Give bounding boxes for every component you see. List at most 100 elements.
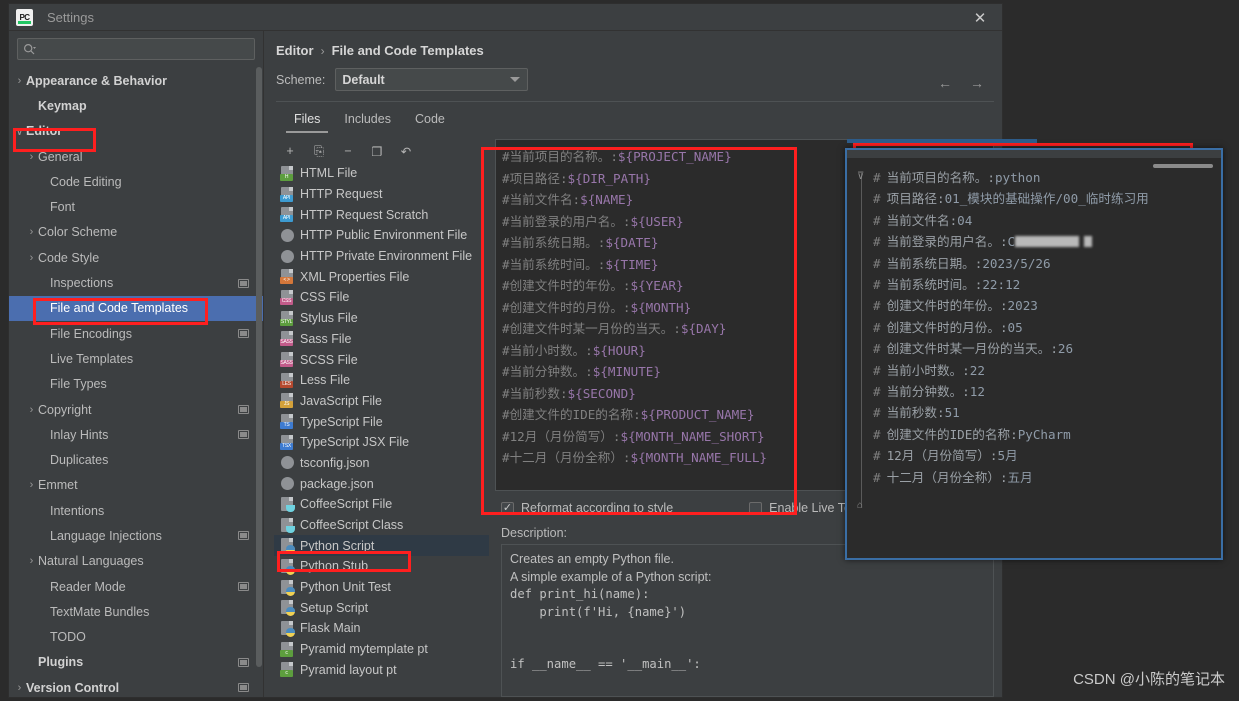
sidebar-item-copyright[interactable]: › Copyright bbox=[9, 397, 263, 422]
file-list-item[interactable]: CSS CSS File bbox=[274, 287, 489, 308]
file-list-item[interactable]: package.json bbox=[274, 473, 489, 494]
sidebar-item-inspections[interactable]: Inspections bbox=[9, 270, 263, 295]
live-templates-checkbox[interactable] bbox=[749, 501, 763, 515]
pyramid-template-icon: c bbox=[280, 641, 294, 657]
chevron-right-icon[interactable]: › bbox=[25, 252, 38, 264]
project-scope-icon bbox=[238, 531, 249, 541]
sidebar-item-font[interactable]: Font bbox=[9, 194, 263, 219]
sidebar-item-code-style[interactable]: › Code Style bbox=[9, 245, 263, 270]
sidebar-item-file-encodings[interactable]: File Encodings bbox=[9, 321, 263, 346]
search-box[interactable] bbox=[17, 38, 255, 60]
sidebar-item-live-templates[interactable]: Live Templates bbox=[9, 346, 263, 371]
chevron-right-icon[interactable]: › bbox=[25, 404, 38, 416]
chevron-right-icon[interactable]: › bbox=[25, 151, 38, 163]
tab-code[interactable]: Code bbox=[403, 108, 457, 133]
comment-hash: # bbox=[873, 426, 881, 442]
file-list-item-label: Setup Script bbox=[300, 600, 369, 615]
file-list-item[interactable]: c Pyramid layout pt bbox=[274, 660, 489, 681]
preview-value: 05 bbox=[1007, 319, 1023, 335]
chevron-right-icon[interactable]: › bbox=[25, 479, 38, 491]
sidebar-item-code-editing[interactable]: Code Editing bbox=[9, 169, 263, 194]
add-template-button[interactable]: + bbox=[282, 143, 298, 159]
project-scope-icon bbox=[238, 430, 249, 440]
pycharm-icon: PC bbox=[16, 8, 33, 26]
sidebar-item-reader-mode[interactable]: Reader Mode bbox=[9, 574, 263, 599]
file-list-item[interactable]: CoffeeScript Class bbox=[274, 515, 489, 536]
scheme-dropdown[interactable]: Default bbox=[335, 68, 529, 91]
file-list-item[interactable]: Flask Main bbox=[274, 618, 489, 639]
sidebar-item-appearance-behavior[interactable]: › Appearance & Behavior bbox=[9, 68, 263, 93]
sidebar-item-version-control[interactable]: › Version Control bbox=[9, 675, 263, 697]
file-list-item-label: Sass File bbox=[300, 331, 352, 346]
file-list-item[interactable]: < > XML Properties File bbox=[274, 266, 489, 287]
file-list-item[interactable]: HTTP Public Environment File bbox=[274, 225, 489, 246]
sidebar-item-emmet[interactable]: › Emmet bbox=[9, 473, 263, 498]
file-list-item[interactable]: tsconfig.json bbox=[274, 453, 489, 474]
preview-scrollbar[interactable] bbox=[1153, 164, 1213, 168]
file-list-item[interactable]: CoffeeScript File bbox=[274, 494, 489, 515]
sidebar-item-duplicates[interactable]: Duplicates bbox=[9, 447, 263, 472]
sidebar-item-file-and-code-templates[interactable]: File and Code Templates bbox=[9, 295, 263, 321]
reformat-checkbox-row[interactable]: ✓ Reformat according to style bbox=[501, 501, 673, 515]
file-list-item[interactable]: Python Unit Test bbox=[274, 577, 489, 598]
sidebar-item-label: Keymap bbox=[38, 98, 87, 113]
file-list-item[interactable]: HTTP Private Environment File bbox=[274, 246, 489, 267]
tab-files[interactable]: Files bbox=[282, 108, 332, 133]
template-variable: ${HOUR} bbox=[592, 342, 646, 358]
file-list-item[interactable]: H HTML File bbox=[274, 163, 489, 184]
file-list-item[interactable]: STYL Stylus File bbox=[274, 308, 489, 329]
forward-arrow-icon[interactable]: → bbox=[970, 75, 984, 91]
template-file-list[interactable]: H HTML File API HTTP Request API HTTP Request… bbox=[274, 163, 489, 697]
sidebar-item-textmate-bundles[interactable]: TextMate Bundles bbox=[9, 599, 263, 624]
file-list-item[interactable]: Python Stub bbox=[274, 556, 489, 577]
duplicate-template-button[interactable]: ❐ bbox=[369, 143, 385, 159]
sidebar-item-file-types[interactable]: File Types bbox=[9, 372, 263, 397]
copy-template-button[interactable]: ⎘ bbox=[311, 143, 327, 159]
chevron-right-icon[interactable]: › bbox=[13, 682, 26, 694]
http-private-env-icon bbox=[280, 249, 294, 264]
fold-end-icon[interactable]: ⌂ bbox=[857, 500, 863, 511]
file-list-item[interactable]: API HTTP Request Scratch bbox=[274, 204, 489, 225]
preview-code: # 当前项目的名称。:python # 项目路径:01_模块的基础操作/00_临时练习… bbox=[869, 159, 1221, 557]
sidebar-item-plugins[interactable]: Plugins bbox=[9, 650, 263, 675]
file-list-item[interactable]: JS JavaScript File bbox=[274, 391, 489, 412]
file-list-item[interactable]: API HTTP Request bbox=[274, 184, 489, 205]
search-input[interactable] bbox=[38, 41, 249, 57]
file-list-item[interactable]: SASS Sass File bbox=[274, 329, 489, 350]
sidebar-item-inlay-hints[interactable]: Inlay Hints bbox=[9, 422, 263, 447]
file-list-item[interactable]: TS TypeScript File bbox=[274, 411, 489, 432]
preview-label: 当前文件名: bbox=[886, 212, 958, 228]
sidebar-item-color-scheme[interactable]: › Color Scheme bbox=[9, 220, 263, 245]
sidebar-item-general[interactable]: › General bbox=[9, 144, 263, 169]
file-list-item[interactable]: LES Less File bbox=[274, 370, 489, 391]
comment-hash: # bbox=[873, 362, 881, 378]
sidebar-item-keymap[interactable]: Keymap bbox=[9, 93, 263, 118]
sidebar-item-intentions[interactable]: Intentions bbox=[9, 498, 263, 523]
breadcrumb-parent[interactable]: Editor bbox=[276, 43, 314, 58]
chevron-right-icon[interactable]: › bbox=[25, 555, 38, 567]
remove-template-button[interactable]: − bbox=[340, 143, 356, 159]
file-list-item[interactable]: c Pyramid mytemplate pt bbox=[274, 639, 489, 660]
close-icon[interactable]: ✕ bbox=[958, 4, 1002, 31]
reset-template-button[interactable]: ↶ bbox=[398, 143, 414, 159]
file-list-item[interactable]: TSX TypeScript JSX File bbox=[274, 432, 489, 453]
chevron-down-icon[interactable]: ∨ bbox=[13, 125, 26, 138]
reformat-checkbox[interactable]: ✓ bbox=[501, 501, 514, 515]
sidebar-scrollbar[interactable] bbox=[256, 67, 262, 667]
file-list-item[interactable]: Setup Script bbox=[274, 597, 489, 618]
tab-includes[interactable]: Includes bbox=[332, 108, 403, 133]
file-list-item[interactable]: SASS SCSS File bbox=[274, 349, 489, 370]
sidebar-item-editor[interactable]: ∨ Editor bbox=[9, 119, 263, 144]
sidebar-search-wrap bbox=[9, 31, 263, 66]
sidebar-item-language-injections[interactable]: Language Injections bbox=[9, 523, 263, 548]
file-list-item[interactable]: Python Script bbox=[274, 535, 489, 557]
back-arrow-icon[interactable]: ← bbox=[938, 75, 952, 91]
fold-start-icon[interactable]: ⊽ bbox=[857, 171, 864, 182]
sidebar-item-label: Copyright bbox=[38, 402, 92, 417]
template-variable: ${DAY} bbox=[680, 321, 727, 336]
sidebar-item-todo[interactable]: TODO bbox=[9, 625, 263, 650]
chevron-right-icon[interactable]: › bbox=[13, 75, 26, 87]
chevron-right-icon[interactable]: › bbox=[25, 226, 38, 238]
sidebar-item-label: Color Scheme bbox=[38, 225, 118, 240]
sidebar-item-natural-languages[interactable]: › Natural Languages bbox=[9, 549, 263, 574]
